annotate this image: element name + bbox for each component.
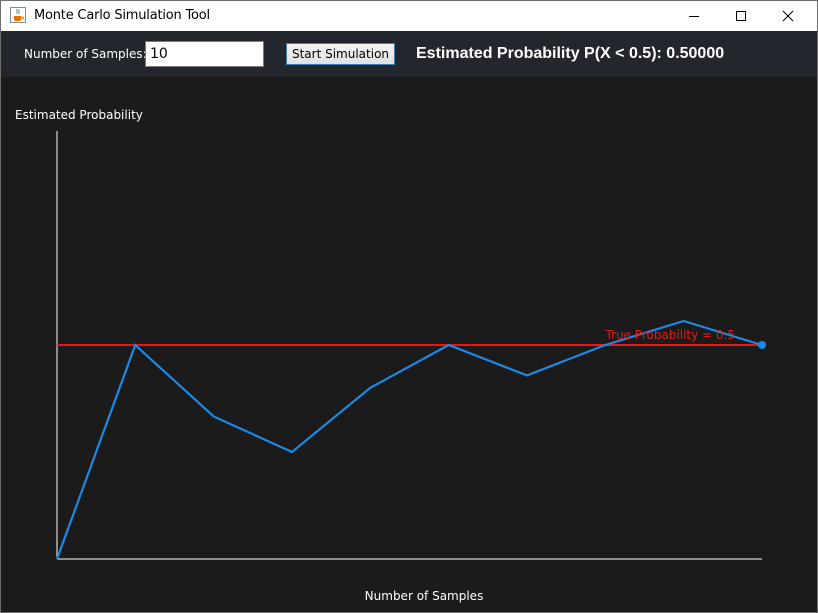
control-panel: Number of Samples: Start Simulation Esti… [1,31,817,77]
samples-label: Number of Samples: [24,47,147,61]
y-axis-label: Estimated Probability [15,108,143,122]
app-window: Monte Carlo Simulation Tool Number of Sa… [0,0,818,613]
start-simulation-button[interactable]: Start Simulation [286,43,395,65]
samples-input[interactable] [145,41,264,67]
close-icon [782,10,794,22]
maximize-icon [736,11,746,21]
probability-chart: Estimated Probability True Probability = … [15,108,766,603]
window-title: Monte Carlo Simulation Tool [34,8,210,23]
minimize-icon [689,16,699,17]
title-bar[interactable]: Monte Carlo Simulation Tool [1,1,817,31]
java-cup-icon [10,7,26,23]
estimated-probability-readout: Estimated Probability P(X < 0.5): 0.5000… [416,45,725,62]
estimate-series-line [55,319,763,560]
close-button[interactable] [765,1,811,31]
true-probability-label: True Probability = 0.5 [604,328,735,342]
x-axis-label: Number of Samples [365,589,484,603]
last-point-marker [758,341,766,349]
minimize-button[interactable] [671,1,717,31]
chart-panel: Estimated Probability True Probability = … [1,77,817,612]
maximize-button[interactable] [718,1,764,31]
